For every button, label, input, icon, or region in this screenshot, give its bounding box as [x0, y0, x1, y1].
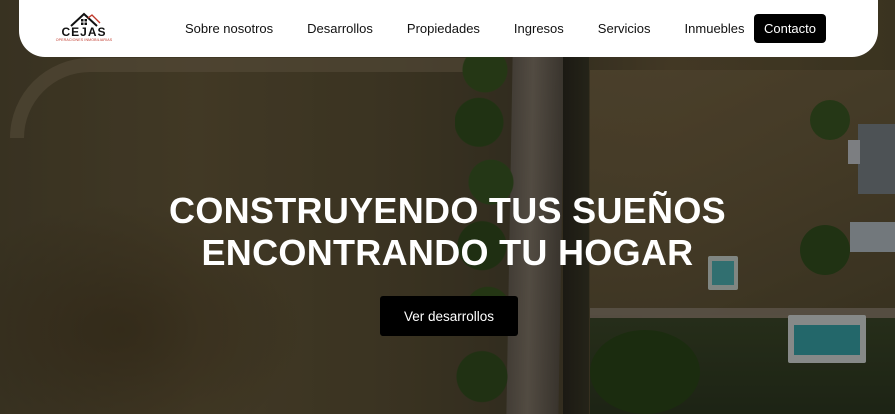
nav-link-servicios[interactable]: Servicios [598, 21, 651, 36]
navbar: CEJAS OPERACIONES INMOBILIARIAS Sobre no… [19, 0, 878, 57]
contact-button[interactable]: Contacto [754, 14, 826, 43]
hero-title: CONSTRUYENDO TUS SUEÑOS ENCONTRANDO TU H… [0, 190, 895, 274]
nav-link-ingresos[interactable]: Ingresos [514, 21, 564, 36]
logo[interactable]: CEJAS OPERACIONES INMOBILIARIAS [55, 11, 113, 45]
brand-name: CEJAS [61, 25, 107, 39]
nav-link-desarrollos[interactable]: Desarrollos [307, 21, 373, 36]
nav-link-inmuebles[interactable]: Inmuebles [685, 21, 745, 36]
brand-tagline: OPERACIONES INMOBILIARIAS [55, 38, 113, 42]
nav-link-sobre-nosotros[interactable]: Sobre nosotros [185, 21, 273, 36]
ver-desarrollos-button[interactable]: Ver desarrollos [380, 296, 518, 336]
hero-title-line-2: ENCONTRANDO TU HOGAR [201, 232, 694, 273]
nav-link-propiedades[interactable]: Propiedades [407, 21, 480, 36]
hero-title-line-1: CONSTRUYENDO TUS SUEÑOS [169, 190, 726, 231]
main-nav: Sobre nosotros Desarrollos Propiedades I… [185, 0, 745, 57]
